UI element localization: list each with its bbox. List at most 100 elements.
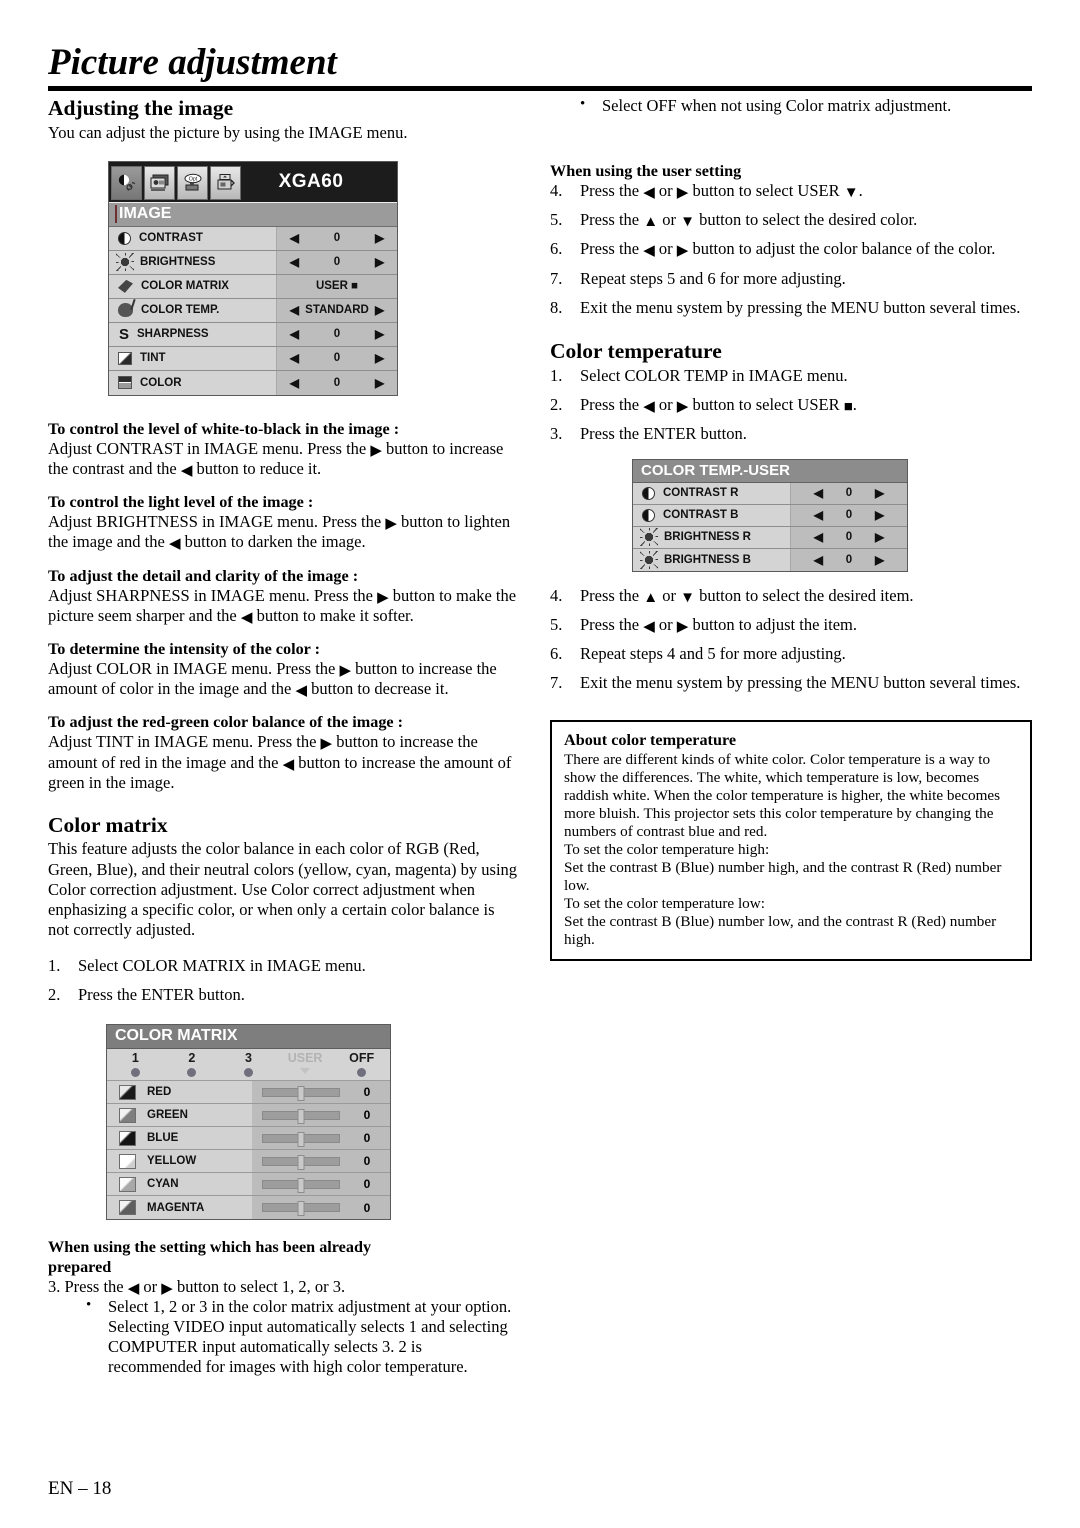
slider-knob[interactable]	[297, 1131, 305, 1147]
list-item: 5.Press the or button to select the desi…	[550, 210, 1032, 230]
preset-1[interactable]: 1	[107, 1052, 164, 1078]
osd-row-value-wrap[interactable]: ◀ 0 ▶	[277, 250, 397, 274]
table-row[interactable]: YELLOW 0	[107, 1150, 390, 1174]
right-arrow-icon	[377, 591, 389, 606]
slider-knob[interactable]	[297, 1201, 305, 1217]
left-arrow-icon	[181, 464, 193, 479]
step-text: Exit the menu system by pressing the MEN…	[580, 673, 1021, 693]
option-tab-icon[interactable]: Opt	[177, 165, 208, 200]
right-arrow-icon[interactable]: ▶	[875, 487, 884, 499]
step-number: 1.	[48, 956, 61, 976]
osd-row[interactable]: TINT ◀ 0 ▶	[109, 346, 397, 371]
osd-row-value-wrap[interactable]: ◀ 0 ▶	[791, 526, 907, 548]
osd-row[interactable]: BRIGHTNESS R ◀ 0 ▶	[633, 526, 907, 549]
osd-row-value-wrap[interactable]: ◀ 0 ▶	[791, 504, 907, 526]
right-arrow-icon[interactable]: ▶	[375, 377, 384, 389]
left-arrow-icon[interactable]: ◀	[290, 304, 299, 316]
osd-row[interactable]: COLOR MATRIX USER ■	[109, 274, 397, 299]
image-osd-menu: Opt XGA60 IMAGE CONTRAST ◀ 0 ▶ BRIGHTNES…	[108, 160, 398, 396]
preset-user[interactable]: USER	[277, 1052, 334, 1077]
osd-row-value-wrap[interactable]: ◀ 0 ▶	[791, 548, 907, 571]
image-tab-icon[interactable]	[111, 165, 142, 200]
preset-3[interactable]: 3	[220, 1052, 277, 1078]
slider-area[interactable]: 0	[252, 1150, 390, 1173]
osd-row[interactable]: CONTRAST ◀ 0 ▶	[109, 226, 397, 251]
table-row[interactable]: RED 0	[107, 1081, 390, 1105]
preset-off[interactable]: OFF	[333, 1052, 390, 1078]
list-item: 3. Press the ENTER button.	[550, 424, 1032, 444]
right-arrow-icon[interactable]: ▶	[375, 352, 384, 364]
table-row[interactable]: MAGENTA 0	[107, 1196, 390, 1220]
left-arrow-icon	[643, 244, 655, 259]
slider-knob[interactable]	[297, 1108, 305, 1124]
page-footer: EN – 18	[48, 1478, 112, 1499]
right-arrow-icon[interactable]: ▶	[375, 304, 384, 316]
slider-track[interactable]	[262, 1177, 340, 1193]
signal-tab-icon[interactable]	[210, 165, 241, 200]
left-arrow-icon[interactable]: ◀	[814, 554, 823, 566]
display-tab-icon[interactable]	[144, 165, 175, 200]
slider-area[interactable]: 0	[252, 1081, 390, 1104]
left-arrow-icon[interactable]: ◀	[290, 232, 299, 244]
slider-knob[interactable]	[297, 1177, 305, 1193]
slider-track[interactable]	[262, 1108, 340, 1124]
left-arrow-icon[interactable]: ◀	[290, 328, 299, 340]
heading-prepared-line1: When using the setting which has been al…	[48, 1238, 372, 1257]
color-temp-steps-top: 1. Select COLOR TEMP in IMAGE menu. 2. Pre…	[550, 366, 1032, 444]
topic-contrast: To control the level of white-to-black i…	[48, 420, 518, 479]
right-arrow-icon[interactable]: ▶	[375, 328, 384, 340]
preset-2[interactable]: 2	[164, 1052, 221, 1078]
table-row[interactable]: CYAN 0	[107, 1173, 390, 1197]
slider-knob[interactable]	[297, 1085, 305, 1101]
right-arrow-icon[interactable]: ▶	[375, 232, 384, 244]
right-arrow-icon[interactable]: ▶	[375, 256, 384, 268]
osd-row-value-wrap[interactable]: ◀ 0 ▶	[277, 370, 397, 395]
list-item: • Select OFF when not using Color matrix …	[572, 96, 1032, 116]
slider-area[interactable]: 0	[252, 1104, 390, 1127]
osd-row-value-wrap[interactable]: ◀ STANDARD ▶	[277, 298, 397, 322]
osd-row[interactable]: CONTRAST R ◀ 0 ▶	[633, 482, 907, 505]
osd-row[interactable]: BRIGHTNESS B ◀ 0 ▶	[633, 548, 907, 571]
list-item: 5.Press the or button to adjust the item…	[550, 615, 1032, 635]
osd-row-label-wrap: BRIGHTNESS	[109, 250, 277, 274]
osd-row[interactable]: CONTRAST B ◀ 0 ▶	[633, 504, 907, 527]
table-row[interactable]: BLUE 0	[107, 1127, 390, 1151]
title-divider	[48, 86, 1032, 91]
slider-area[interactable]: 0	[252, 1127, 390, 1150]
slider-track[interactable]	[262, 1154, 340, 1170]
left-arrow-icon[interactable]: ◀	[814, 531, 823, 543]
osd-row[interactable]: S SHARPNESS ◀ 0 ▶	[109, 322, 397, 347]
right-arrow-icon[interactable]: ▶	[875, 509, 884, 521]
slider-area[interactable]: 0	[252, 1173, 390, 1196]
osd-row-value-wrap[interactable]: USER ■	[277, 274, 397, 298]
bullet-icon: •	[86, 1296, 92, 1313]
row-value: 0	[363, 1108, 371, 1123]
about-box-heading: About color temperature	[564, 731, 737, 750]
right-column: • Select OFF when not using Color matrix …	[550, 96, 1032, 961]
table-row[interactable]: GREEN 0	[107, 1104, 390, 1128]
list-item: 6. Repeat steps 4 and 5 for more adjustin…	[550, 644, 1032, 664]
osd-row-value-wrap[interactable]: ◀ 0 ▶	[277, 322, 397, 346]
osd-row-value-wrap[interactable]: ◀ 0 ▶	[277, 346, 397, 370]
slider-area[interactable]: 0	[252, 1196, 390, 1220]
right-arrow-icon[interactable]: ▶	[875, 531, 884, 543]
osd-row[interactable]: COLOR ◀ 0 ▶	[109, 370, 397, 395]
right-arrow-icon[interactable]: ▶	[875, 554, 884, 566]
osd-row[interactable]: COLOR TEMP. ◀ STANDARD ▶	[109, 298, 397, 323]
step-text: Press the	[580, 615, 644, 635]
osd-row[interactable]: BRIGHTNESS ◀ 0 ▶	[109, 250, 397, 275]
left-arrow-icon[interactable]: ◀	[290, 256, 299, 268]
slider-track[interactable]	[262, 1201, 340, 1217]
left-arrow-icon[interactable]: ◀	[814, 509, 823, 521]
row-label: CYAN	[147, 1178, 179, 1191]
left-arrow-icon[interactable]: ◀	[290, 377, 299, 389]
left-arrow-icon[interactable]: ◀	[814, 487, 823, 499]
list-item: 4.Press the or button to select the desi…	[550, 586, 1032, 606]
osd-row-value-wrap[interactable]: ◀ 0 ▶	[277, 226, 397, 250]
slider-track[interactable]	[262, 1131, 340, 1147]
osd-row-value-wrap[interactable]: ◀ 0 ▶	[791, 482, 907, 504]
slider-knob[interactable]	[297, 1154, 305, 1170]
left-arrow-icon[interactable]: ◀	[290, 352, 299, 364]
slider-track[interactable]	[262, 1085, 340, 1101]
up-arrow-icon	[643, 591, 658, 606]
